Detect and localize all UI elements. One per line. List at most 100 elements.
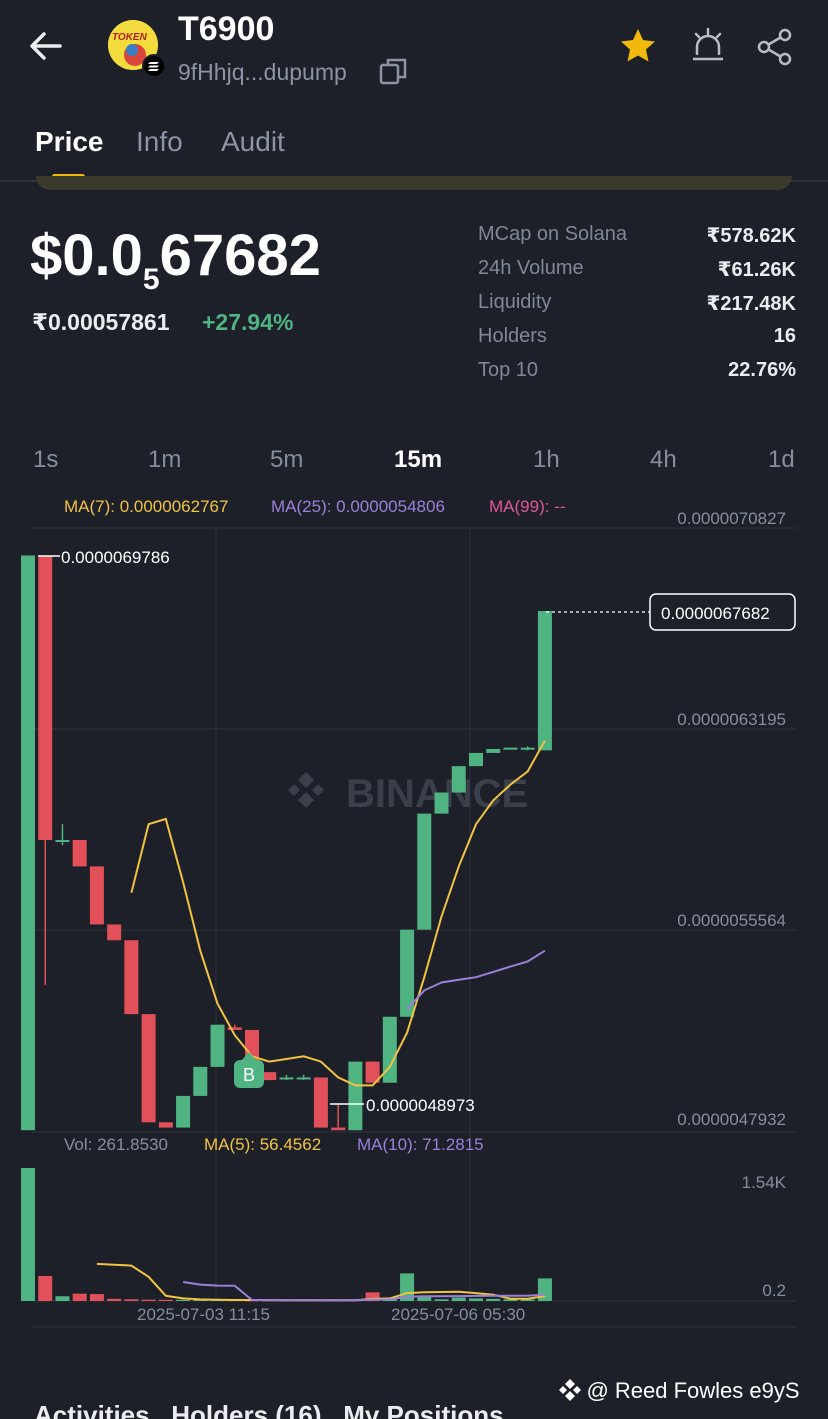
timeframe-1h[interactable]: 1h bbox=[533, 446, 560, 474]
tab-audit[interactable]: Audit bbox=[221, 126, 285, 158]
volume-bar bbox=[141, 1299, 156, 1301]
timeframe-1d[interactable]: 1d bbox=[768, 446, 795, 474]
ma25-line bbox=[406, 949, 546, 1010]
high-price-label: 0.0000069786 bbox=[61, 548, 170, 567]
stat-value: ₹217.48K bbox=[706, 293, 796, 315]
price-axis-label: 0.0000063195 bbox=[677, 710, 786, 729]
candle bbox=[72, 840, 87, 867]
volume-bar bbox=[486, 1298, 501, 1301]
token-logo-text: TOKEN bbox=[112, 32, 147, 43]
candle bbox=[331, 1127, 346, 1131]
timeframe-1m[interactable]: 1m bbox=[148, 446, 181, 474]
candle bbox=[158, 1122, 173, 1128]
tab-bar: Price Info Audit bbox=[0, 110, 828, 182]
stat-value: ₹61.26K bbox=[717, 259, 796, 281]
stat-label: Holders bbox=[478, 325, 547, 347]
price-alert-icon[interactable] bbox=[688, 26, 728, 66]
candle bbox=[210, 1024, 225, 1067]
vol-ma5-line bbox=[96, 1262, 546, 1302]
volume-bar bbox=[124, 1299, 139, 1301]
price-prefix: $0.0 bbox=[30, 223, 143, 288]
volume-bar bbox=[55, 1296, 70, 1301]
volume-bar bbox=[468, 1298, 483, 1301]
volume-legend: Vol: 261.8530 bbox=[64, 1135, 168, 1154]
bottom-tabs-text: Activities Holders (16) My Positions bbox=[34, 1400, 504, 1419]
stat-liquidity: Liquidity ₹217.48K bbox=[478, 291, 796, 317]
stat-holders: Holders 16 bbox=[478, 325, 796, 351]
header: TOKEN T6900 9fHhjq...dupump bbox=[0, 0, 828, 100]
bottom-tabs-partial[interactable]: Activities Holders (16) My Positions bbox=[34, 1400, 554, 1419]
buy-marker: B bbox=[243, 1065, 255, 1085]
candle bbox=[21, 555, 35, 1131]
binance-watermark: BINANCE bbox=[288, 772, 528, 816]
price-axis-label: 0.0000047932 bbox=[677, 1110, 786, 1129]
volume-bar bbox=[176, 1299, 191, 1301]
time-axis-label: 2025-07-03 11:15 bbox=[137, 1305, 270, 1324]
vol-ma10-legend: MA(10): 71.2815 bbox=[357, 1135, 484, 1154]
timeframe-1s[interactable]: 1s bbox=[33, 446, 58, 474]
candle bbox=[262, 1072, 277, 1081]
square-watermark: @ Reed Fowles e9yS bbox=[558, 1378, 800, 1404]
candles bbox=[21, 555, 552, 1131]
stat-label: 24h Volume bbox=[478, 257, 584, 279]
volume-ma-lines bbox=[96, 1262, 546, 1302]
back-arrow-icon[interactable] bbox=[28, 28, 64, 64]
price-zero-count: 5 bbox=[142, 263, 160, 296]
candle bbox=[503, 747, 518, 750]
price-axis-label: 0.0000070827 bbox=[677, 509, 786, 528]
timeframe-5m[interactable]: 5m bbox=[270, 446, 303, 474]
candle bbox=[434, 792, 449, 814]
volume-bar bbox=[38, 1275, 53, 1301]
ma7-legend: MA(7): 0.0000062767 bbox=[64, 497, 229, 516]
candle bbox=[486, 748, 501, 753]
timeframe-15m[interactable]: 15m bbox=[394, 446, 442, 474]
candle bbox=[537, 610, 552, 751]
tab-info[interactable]: Info bbox=[136, 126, 183, 158]
low-price-label: 0.0000048973 bbox=[366, 1096, 475, 1115]
volume-bar bbox=[158, 1299, 173, 1301]
vol-ma10-line bbox=[182, 1281, 545, 1302]
stat-top10: Top 10 22.76% bbox=[478, 359, 796, 385]
volume-bar bbox=[434, 1299, 449, 1301]
solana-badge-icon bbox=[142, 54, 166, 78]
candle bbox=[348, 1061, 363, 1131]
share-icon[interactable] bbox=[756, 28, 794, 66]
candle bbox=[141, 1014, 156, 1123]
timeframe-4h[interactable]: 4h bbox=[650, 446, 677, 474]
stat-label: Liquidity bbox=[478, 291, 552, 313]
price-change: +27.94% bbox=[202, 309, 294, 335]
volume-bar bbox=[72, 1293, 87, 1301]
candle bbox=[520, 747, 535, 750]
volume-axis-label: 0.2 bbox=[762, 1281, 786, 1300]
stat-value: ₹578.62K bbox=[706, 225, 796, 247]
candle bbox=[313, 1077, 328, 1128]
time-axis-label: 2025-07-06 05:30 bbox=[391, 1305, 526, 1324]
current-price-label: 0.0000067682 bbox=[661, 604, 770, 623]
stat-label: Top 10 bbox=[478, 359, 539, 381]
candle bbox=[89, 866, 104, 925]
price-digits: 67682 bbox=[159, 223, 321, 288]
candle bbox=[451, 766, 466, 793]
candle bbox=[38, 555, 53, 841]
stat-volume: 24h Volume ₹61.26K bbox=[478, 257, 796, 283]
candle bbox=[417, 813, 432, 930]
stat-value: 22.76% bbox=[728, 359, 796, 381]
candle bbox=[176, 1095, 191, 1128]
favorite-star-icon[interactable] bbox=[619, 27, 657, 65]
copy-icon[interactable] bbox=[378, 56, 408, 86]
candle bbox=[107, 924, 122, 941]
volume-bar bbox=[89, 1294, 104, 1301]
square-watermark-text: @ Reed Fowles e9yS bbox=[586, 1378, 800, 1403]
volume-bar bbox=[107, 1298, 122, 1301]
price-axis-label: 0.0000055564 bbox=[677, 911, 786, 930]
stat-label: MCap on Solana bbox=[478, 223, 627, 245]
stat-mcap: MCap on Solana ₹578.62K bbox=[478, 223, 796, 249]
ma25-legend: MA(25): 0.0000054806 bbox=[271, 497, 445, 516]
tab-price[interactable]: Price bbox=[35, 126, 104, 158]
price-main: $0.0567682 bbox=[30, 222, 321, 297]
stat-value: 16 bbox=[773, 325, 796, 347]
volume-bar bbox=[451, 1297, 466, 1301]
vol-ma5-legend: MA(5): 56.4562 bbox=[204, 1135, 322, 1154]
volume-axis-label: 1.54K bbox=[741, 1173, 786, 1192]
price-inr: ₹0.00057861 bbox=[32, 309, 170, 335]
